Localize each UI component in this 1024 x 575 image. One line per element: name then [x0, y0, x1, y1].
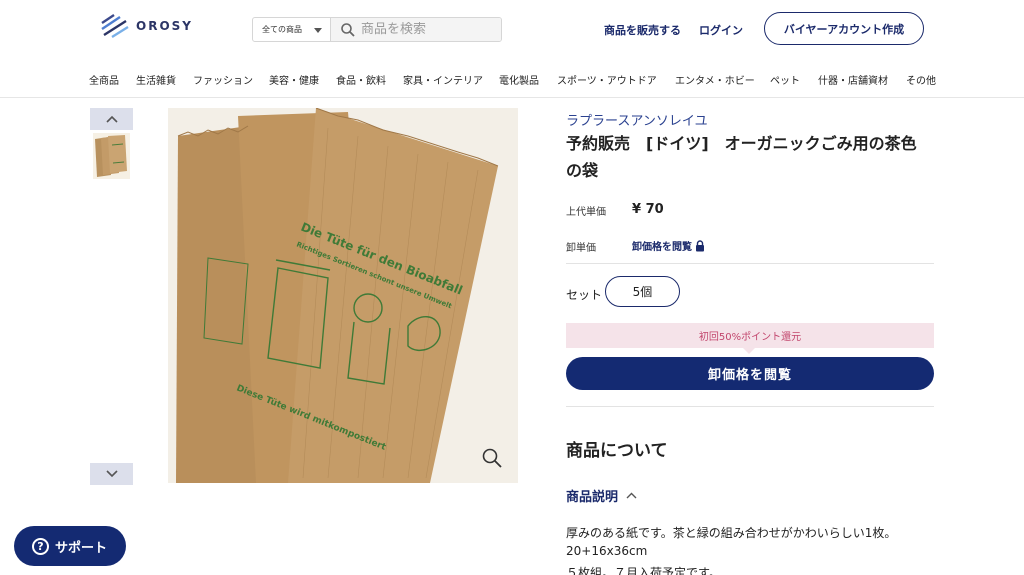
search-box [331, 18, 501, 41]
search-input[interactable] [361, 22, 501, 37]
search-category-label: 全ての商品 [262, 25, 302, 34]
category-item[interactable]: 電化製品 [499, 72, 539, 87]
about-heading: 商品について [566, 441, 668, 461]
support-button[interactable]: ? サポート [14, 526, 126, 566]
wholesale-price-label: 卸単価 [566, 243, 596, 254]
login-link[interactable]: ログイン [699, 22, 743, 38]
chevron-up-icon [105, 115, 118, 123]
logo[interactable]: OROSY [100, 13, 193, 39]
buyer-account-button[interactable]: バイヤーアカウント作成 [764, 12, 924, 45]
product-title-line2: の袋 [566, 161, 599, 180]
product-thumbnail[interactable] [93, 133, 130, 179]
thumbnail-up-button[interactable] [90, 108, 133, 130]
retail-price-label: 上代単価 [566, 207, 606, 218]
category-item[interactable]: エンタメ・ホビー [675, 72, 755, 87]
thumbnail-bags-image [93, 133, 130, 179]
divider [566, 263, 934, 264]
site-header: OROSY 全ての商品 商品を販売する ログイン バイヤーアカウント作成 全商品… [0, 0, 1024, 98]
chevron-down-icon [105, 470, 118, 478]
category-nav: 全商品 生活雑貨 ファッション 美容・健康 食品・飲料 家具・インテリア 電化製… [0, 72, 1024, 87]
description-line: 20+16x36cm [566, 544, 648, 558]
category-item[interactable]: 全商品 [89, 72, 119, 87]
search-bar: 全ての商品 [252, 17, 502, 42]
category-item[interactable]: ファッション [193, 72, 253, 87]
category-item[interactable]: 食品・飲料 [336, 72, 386, 87]
sell-link[interactable]: 商品を販売する [604, 22, 681, 38]
category-item[interactable]: スポーツ・アウトドア [557, 72, 657, 87]
promo-banner: 初回50%ポイント還元 [566, 323, 934, 354]
brand-link[interactable]: ラプラースアンソレイユ [566, 110, 708, 129]
description-toggle[interactable]: 商品説明 [566, 486, 637, 505]
lock-icon [696, 239, 704, 251]
chevron-up-icon [626, 492, 637, 499]
retail-price: ¥ 70 [632, 202, 664, 217]
logo-text: OROSY [136, 19, 193, 33]
search-icon[interactable] [341, 22, 355, 37]
category-item[interactable]: ペット [770, 72, 800, 87]
category-item[interactable]: 家具・インテリア [403, 72, 483, 87]
help-icon: ? [32, 537, 49, 555]
category-item[interactable]: その他 [906, 72, 936, 87]
description-line: 厚みのある紙です。茶と緑の組み合わせがかわいらしい1枚。 [566, 526, 897, 540]
category-item[interactable]: 美容・健康 [269, 72, 319, 87]
description-line: ５枚組。７月入荷予定です。 [566, 566, 721, 575]
view-wholesale-button[interactable]: 卸価格を閲覧 [566, 357, 934, 390]
view-wholesale-label: 卸価格を閲覧 [632, 242, 692, 253]
thumbnail-down-button[interactable] [90, 463, 133, 485]
search-category-select[interactable]: 全ての商品 [253, 18, 331, 41]
product-title: 予約販売 [ドイツ] オーガニックごみ用の茶色 の袋 [566, 130, 946, 184]
product-main-image[interactable]: Die Tüte für den Bioabfall Richtiges Sor… [168, 108, 518, 483]
set-option-chip[interactable]: 5個 [605, 276, 680, 307]
paper-bags-illustration: Die Tüte für den Bioabfall Richtiges Sor… [168, 108, 518, 483]
product-title-line1: 予約販売 [ドイツ] オーガニックごみ用の茶色 [566, 134, 917, 153]
set-label: セット [566, 288, 603, 302]
description-title: 商品説明 [566, 490, 619, 505]
zoom-icon[interactable] [480, 446, 504, 470]
view-wholesale-link[interactable]: 卸価格を閲覧 [632, 238, 705, 253]
logo-mark-icon [101, 14, 129, 39]
divider [566, 406, 934, 407]
category-item[interactable]: 什器・店舗資材 [818, 72, 888, 87]
category-item[interactable]: 生活雑貨 [136, 72, 176, 87]
chevron-down-icon [314, 28, 322, 33]
support-label: サポート [55, 540, 108, 556]
